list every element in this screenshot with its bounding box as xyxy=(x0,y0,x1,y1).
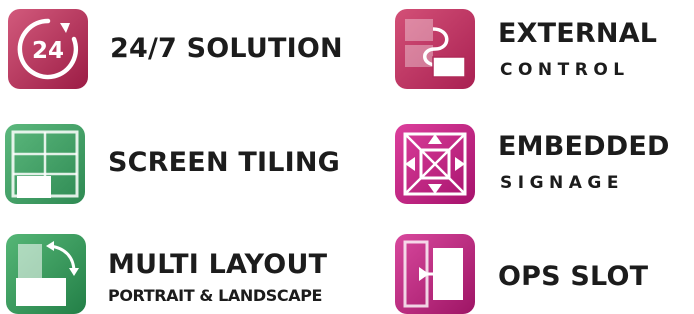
feature-multi-layout: MULTI LAYOUT PORTRAIT & LANDSCAPE xyxy=(0,220,380,314)
feature-subtitle: SIGNAGE xyxy=(500,173,624,193)
feature-title: EXTERNAL xyxy=(498,18,658,49)
feature-title: EMBEDDED xyxy=(498,131,670,162)
feature-title: SCREEN TILING xyxy=(108,147,341,178)
feature-title: MULTI LAYOUT xyxy=(108,249,328,280)
multi-layout-icon xyxy=(6,234,86,314)
feature-title: 24/7 SOLUTION xyxy=(110,33,343,64)
feature-external-control: EXTERNAL CONTROL xyxy=(380,0,694,100)
feature-subtitle: CONTROL xyxy=(500,60,630,80)
embedded-signage-icon xyxy=(395,124,475,204)
svg-text:24: 24 xyxy=(32,38,64,64)
feature-24-7-solution: 24 24/7 SOLUTION xyxy=(0,0,360,100)
feature-embedded-signage: EMBEDDED SIGNAGE xyxy=(380,110,694,210)
clock-24-icon: 24 xyxy=(8,9,88,89)
external-control-icon xyxy=(395,9,475,89)
screen-tiling-icon xyxy=(5,124,85,204)
feature-screen-tiling: SCREEN TILING xyxy=(0,110,360,210)
feature-title: OPS SLOT xyxy=(498,261,649,292)
feature-subtitle: PORTRAIT & LANDSCAPE xyxy=(108,286,323,305)
ops-slot-icon xyxy=(395,234,475,314)
feature-ops-slot: OPS SLOT xyxy=(380,220,694,314)
